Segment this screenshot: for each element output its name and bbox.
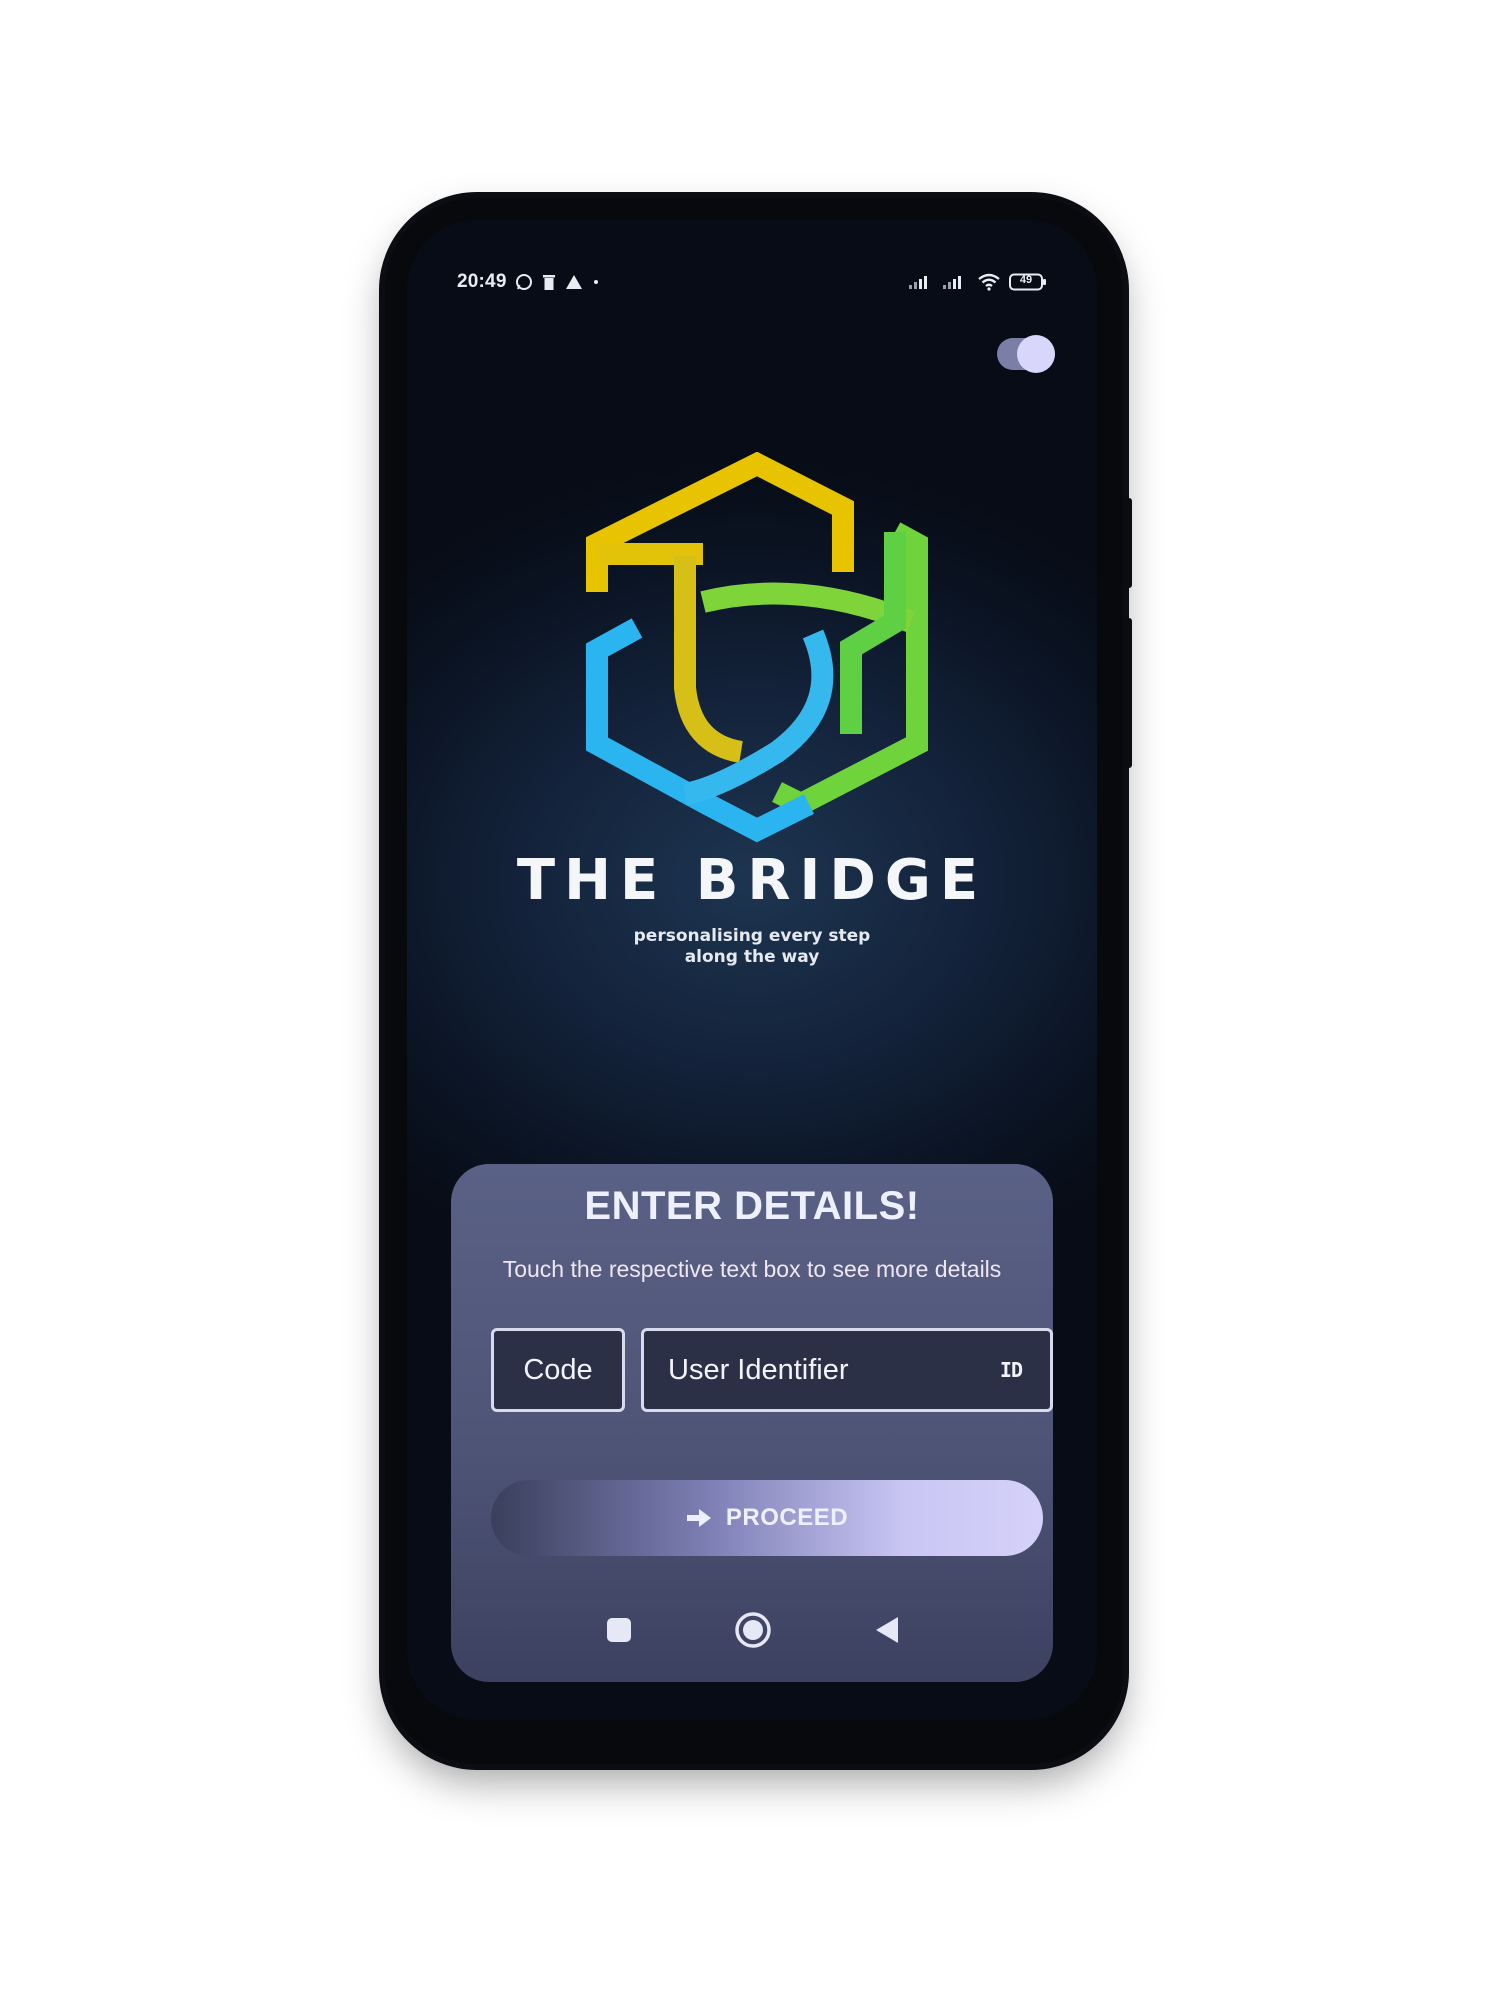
the-bridge-logo-icon (586, 452, 928, 843)
trash-icon (541, 273, 557, 291)
theme-toggle[interactable] (997, 335, 1055, 373)
arrow-right-icon (686, 1508, 712, 1528)
logo-green-inner (840, 532, 906, 734)
signal-icon (909, 274, 935, 290)
logo-green-arc (700, 582, 916, 633)
warning-icon (565, 274, 583, 290)
brand-tagline: personalising every step along the way (607, 926, 897, 968)
status-right: 49 (909, 273, 1047, 291)
back-triangle-icon[interactable] (863, 1606, 911, 1654)
code-field[interactable]: Code (491, 1328, 625, 1412)
user-identifier-field[interactable]: User Identifier ID (641, 1328, 1053, 1412)
user-identifier-placeholder: User Identifier (668, 1353, 849, 1386)
whatsapp-icon (515, 273, 533, 291)
battery-icon: 49 (1009, 273, 1047, 291)
proceed-label: PROCEED (725, 1504, 849, 1531)
proceed-button[interactable]: PROCEED (491, 1480, 1043, 1556)
brand-tagline-line1: personalising every step (633, 926, 871, 946)
logo-blue-arc (682, 629, 834, 805)
home-circle-icon[interactable] (729, 1606, 777, 1654)
wifi-icon (977, 273, 1001, 291)
brand-title: THE BRIDGE (516, 848, 988, 913)
code-field-placeholder: Code (523, 1353, 593, 1386)
enter-details-card: ENTER DETAILS! Touch the respective text… (451, 1164, 1053, 1682)
id-card-icon: ID (999, 1358, 1023, 1382)
logo-yellow-stroke (586, 452, 854, 592)
card-title: ENTER DETAILS! (584, 1184, 920, 1228)
status-bar: 20:49 49 (457, 262, 1047, 302)
volume-button (1124, 498, 1132, 588)
card-subtitle: Touch the respective text box to see mor… (502, 1256, 1002, 1282)
brand-tagline-line2: along the way (684, 947, 820, 967)
signal-icon (943, 274, 969, 290)
phone-device: 20:49 49 THE BRIDGE personalising every … (385, 198, 1132, 1764)
theme-toggle-knob (1017, 335, 1055, 373)
status-left: 20:49 (457, 271, 601, 293)
app-screen: 20:49 49 THE BRIDGE personalising every … (407, 220, 1097, 1720)
power-button (1124, 618, 1132, 768)
dot-icon (591, 277, 601, 287)
battery-level: 49 (1019, 274, 1033, 286)
recents-square-icon[interactable] (595, 1606, 643, 1654)
status-time: 20:49 (457, 271, 507, 292)
system-nav-bar (451, 1606, 1053, 1656)
